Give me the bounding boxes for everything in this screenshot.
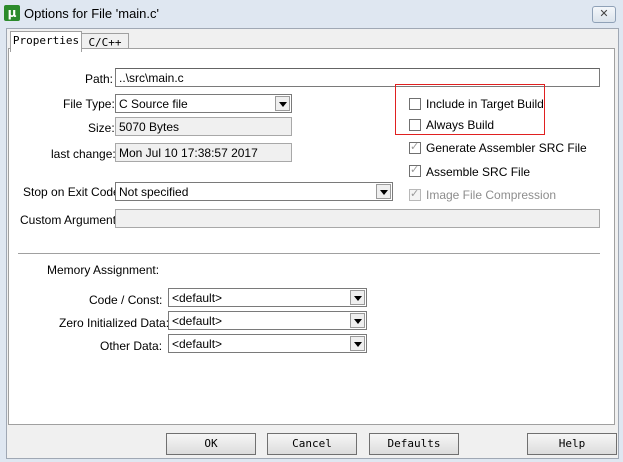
separator bbox=[18, 253, 600, 255]
image-file-compression-label: Image File Compression bbox=[426, 188, 557, 202]
other-data-dropdown[interactable]: <default> bbox=[168, 334, 367, 353]
assemble-src-label: Assemble SRC File bbox=[426, 165, 531, 179]
title-bar: µ Options for File 'main.c' ✕ bbox=[0, 0, 623, 28]
close-icon: ✕ bbox=[599, 8, 609, 20]
tab-properties[interactable]: Properties bbox=[10, 31, 82, 52]
size-field: 5070 Bytes bbox=[115, 117, 292, 136]
ok-button[interactable]: OK bbox=[166, 433, 256, 455]
code-const-dropdown[interactable]: <default> bbox=[168, 288, 367, 307]
close-button[interactable]: ✕ bbox=[592, 6, 616, 23]
last-change-label: last change: bbox=[51, 147, 116, 161]
chevron-down-icon[interactable] bbox=[376, 184, 391, 199]
file-type-label: File Type: bbox=[63, 97, 115, 111]
include-in-target-build-checkbox[interactable] bbox=[409, 98, 421, 110]
window-title: Options for File 'main.c' bbox=[24, 6, 160, 21]
zero-init-value: <default> bbox=[172, 314, 223, 328]
custom-args-field bbox=[115, 209, 600, 228]
file-type-value: C Source file bbox=[119, 97, 188, 111]
stop-on-exit-value: Not specified bbox=[119, 185, 189, 199]
generate-assembler-src-label: Generate Assembler SRC File bbox=[426, 141, 587, 155]
assemble-src-checkbox[interactable] bbox=[409, 163, 421, 177]
size-label: Size: bbox=[88, 121, 115, 135]
memory-assignment-heading: Memory Assignment: bbox=[47, 263, 160, 277]
custom-args-label: Custom Arguments: bbox=[20, 213, 126, 227]
defaults-button[interactable]: Defaults bbox=[369, 433, 459, 455]
zero-init-label: Zero Initialized Data: bbox=[59, 316, 170, 330]
always-build-checkbox[interactable] bbox=[409, 119, 421, 131]
include-in-target-build-label: Include in Target Build bbox=[426, 97, 544, 111]
stop-on-exit-dropdown[interactable]: Not specified bbox=[115, 182, 393, 201]
image-file-compression-checkbox bbox=[409, 187, 421, 201]
cancel-button[interactable]: Cancel bbox=[267, 433, 357, 455]
help-button[interactable]: Help bbox=[527, 433, 617, 455]
last-change-field: Mon Jul 10 17:38:57 2017 bbox=[115, 143, 292, 162]
zero-init-dropdown[interactable]: <default> bbox=[168, 311, 367, 330]
file-type-dropdown[interactable]: C Source file bbox=[115, 94, 292, 113]
other-data-value: <default> bbox=[172, 337, 223, 351]
stop-on-exit-label: Stop on Exit Code: bbox=[23, 185, 124, 199]
chevron-down-icon[interactable] bbox=[350, 336, 365, 351]
code-const-label: Code / Const: bbox=[89, 293, 163, 307]
always-build-label: Always Build bbox=[426, 118, 495, 132]
generate-assembler-src-checkbox[interactable] bbox=[409, 140, 421, 154]
code-const-value: <default> bbox=[172, 291, 223, 305]
other-data-label: Other Data: bbox=[100, 339, 163, 353]
path-label: Path: bbox=[85, 72, 114, 86]
chevron-down-icon[interactable] bbox=[275, 96, 290, 111]
app-icon: µ bbox=[4, 5, 20, 21]
chevron-down-icon[interactable] bbox=[350, 313, 365, 328]
chevron-down-icon[interactable] bbox=[350, 290, 365, 305]
